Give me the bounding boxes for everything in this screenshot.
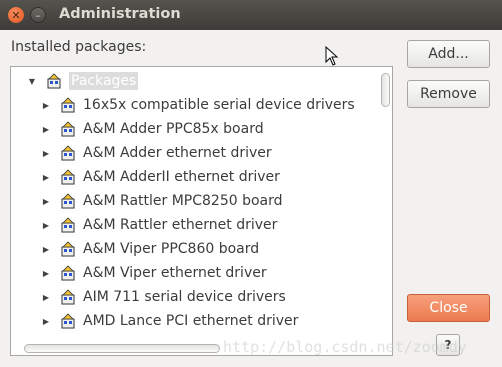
expander-open-icon[interactable]: ▼	[27, 76, 37, 86]
tree-item-label: 16x5x compatible serial device drivers	[83, 97, 355, 113]
package-icon	[61, 145, 75, 161]
expander-closed-icon[interactable]: ▶	[41, 316, 51, 326]
tree-item-row[interactable]: ▶ A&M Adder ethernet driver	[41, 141, 272, 165]
tree-item-row[interactable]: ▶ AIM 711 serial device drivers	[41, 285, 286, 309]
tree-root-row[interactable]: ▼ Packages	[27, 69, 139, 93]
tree-item-label: A&M Rattler ethernet driver	[83, 217, 278, 233]
package-icon	[61, 121, 75, 137]
expander-closed-icon[interactable]: ▶	[41, 292, 51, 302]
expander-closed-icon[interactable]: ▶	[41, 244, 51, 254]
window-close-icon[interactable]: ✕	[8, 7, 24, 23]
tree-item-row[interactable]: ▶ A&M Viper ethernet driver	[41, 261, 267, 285]
tree-item-label: AIM 711 serial device drivers	[83, 289, 286, 305]
tree-item-row[interactable]: ▶ A&M Viper PPC860 board	[41, 237, 259, 261]
tree-item-row[interactable]: ▶ A&M Rattler MPC8250 board	[41, 189, 283, 213]
expander-closed-icon[interactable]: ▶	[41, 172, 51, 182]
tree-item-row[interactable]: ▶ A&M Rattler ethernet driver	[41, 213, 278, 237]
tree-item-label: A&M Adder ethernet driver	[83, 145, 272, 161]
expander-closed-icon[interactable]: ▶	[41, 100, 51, 110]
mouse-pointer-icon	[325, 46, 339, 66]
tree-item-row[interactable]: ▶ 16x5x compatible serial device drivers	[41, 93, 355, 117]
tree-item-label: A&M Viper ethernet driver	[83, 265, 267, 281]
package-icon	[61, 217, 75, 233]
tree-item-row[interactable]: ▶ A&M Adder PPC85x board	[41, 117, 264, 141]
expander-closed-icon[interactable]: ▶	[41, 124, 51, 134]
horizontal-scroll-thumb[interactable]	[24, 344, 220, 353]
window-minimize-icon[interactable]: –	[30, 7, 46, 23]
watermark-text: http://blog.csdn.net/zoomdy	[223, 338, 467, 356]
remove-button[interactable]: Remove	[407, 80, 490, 108]
package-icon	[61, 265, 75, 281]
package-icon	[61, 97, 75, 113]
expander-closed-icon[interactable]: ▶	[41, 196, 51, 206]
close-button[interactable]: Close	[407, 294, 490, 322]
window-title: Administration	[59, 6, 181, 22]
expander-closed-icon[interactable]: ▶	[41, 268, 51, 278]
vertical-scroll-thumb[interactable]	[381, 73, 390, 107]
package-icon	[61, 193, 75, 209]
expander-closed-icon[interactable]: ▶	[41, 220, 51, 230]
package-icon	[61, 169, 75, 185]
tree-item-row[interactable]: ▶ AMD Lance PCI ethernet driver	[41, 309, 299, 333]
tree-item-label: AMD Lance PCI ethernet driver	[83, 313, 299, 329]
packages-tree[interactable]: ▼ Packages ▶ 16x5x compatible serial devi…	[10, 66, 393, 356]
tree-item-label: A&M Adder PPC85x board	[83, 121, 264, 137]
package-icon	[61, 313, 75, 329]
package-icon	[61, 289, 75, 305]
installed-packages-label: Installed packages:	[11, 39, 147, 55]
title-bar: ✕ – Administration	[0, 0, 502, 30]
package-icon	[61, 241, 75, 257]
tree-item-row[interactable]: ▶ A&M AdderII ethernet driver	[41, 165, 280, 189]
tree-item-label: A&M Rattler MPC8250 board	[83, 193, 283, 209]
tree-item-label: A&M Viper PPC860 board	[83, 241, 260, 257]
add-button[interactable]: Add...	[407, 40, 490, 68]
expander-closed-icon[interactable]: ▶	[41, 148, 51, 158]
package-icon	[47, 73, 61, 89]
vertical-scrollbar[interactable]	[379, 67, 392, 339]
tree-item-label: A&M AdderII ethernet driver	[83, 169, 280, 185]
tree-root-label: Packages	[69, 72, 139, 90]
